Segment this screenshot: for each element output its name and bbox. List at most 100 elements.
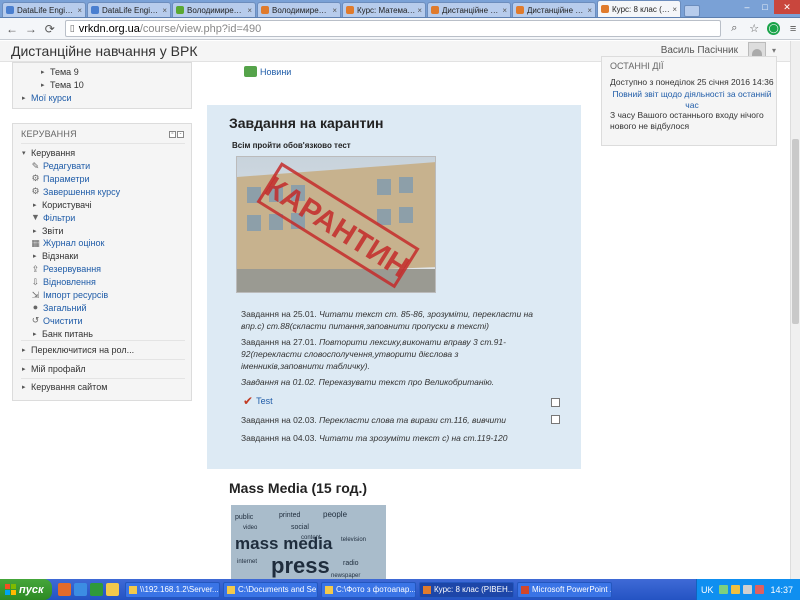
close-tab-icon[interactable]: × (162, 6, 167, 15)
admin-item-label[interactable]: Завершення курсу (43, 187, 120, 197)
browser-tab[interactable]: DataLife Engine - × (87, 2, 171, 17)
browser-tab[interactable]: Дистанційне нав × (427, 2, 511, 17)
admin-item-label[interactable]: Резервування (43, 264, 101, 274)
browser-tab[interactable]: DataLife Engine - × (2, 2, 86, 17)
close-tab-icon[interactable]: × (587, 6, 592, 15)
admin-item-label[interactable]: Відновлення (43, 277, 96, 287)
taskbar-button[interactable]: C:\Фото з фотоапар... (321, 581, 416, 598)
admin-item-label[interactable]: Загальний (43, 303, 87, 313)
new-tab-button[interactable] (684, 5, 700, 17)
scroll-thumb[interactable] (792, 139, 799, 324)
admin-item-label[interactable]: Редагувати (43, 161, 90, 171)
svg-text:television: television (341, 537, 366, 543)
divider (21, 378, 185, 379)
back-icon[interactable]: ← (4, 21, 20, 37)
site-title[interactable]: Дистанційне навчання у ВРК (11, 43, 198, 59)
completion-checkbox[interactable] (551, 415, 560, 424)
close-tab-icon[interactable]: × (332, 6, 337, 15)
extension-icon[interactable]: ◯ (767, 22, 781, 35)
admin-item[interactable]: ↺ Очистити (31, 316, 83, 326)
task-2501: Завдання на 25.01. Читати текст ст. 85-8… (241, 309, 533, 331)
taskbar-button[interactable]: Курс: 8 клас (РІВЕН... (419, 581, 514, 598)
start-label: пуск (19, 583, 44, 596)
language-indicator[interactable]: UK (701, 585, 714, 595)
admin-item[interactable]: ▸ Користувачі (31, 200, 92, 210)
admin-item[interactable]: ▸ Банк питань (31, 329, 93, 339)
admin-item[interactable]: ⇩ Відновлення (31, 277, 96, 287)
close-tab-icon[interactable]: × (247, 6, 252, 15)
admin-item-label[interactable]: Очистити (43, 316, 83, 326)
site-administration[interactable]: ▸ Керування сайтом (22, 382, 107, 392)
browser-tab[interactable]: Володимирецьк × (172, 2, 256, 17)
search-icon[interactable]: ⌕ (727, 22, 741, 36)
dock-icon[interactable]: ▫ (169, 131, 176, 138)
admin-item[interactable]: ⚙ Завершення курсу (31, 187, 120, 197)
app-icon (227, 585, 235, 594)
admin-root[interactable]: ▾ Керування (22, 148, 75, 158)
tab-title: DataLife Engine - (102, 5, 161, 15)
page-scrollbar[interactable] (790, 41, 800, 579)
ie-icon[interactable] (74, 583, 87, 596)
test-label[interactable]: Test (256, 396, 273, 406)
news-label[interactable]: Новини (260, 67, 291, 77)
block-actions: ▫ - (168, 131, 184, 138)
admin-item[interactable]: ▼ Фільтри (31, 213, 75, 223)
mass-media-word-cloud: public printed people video social mass … (231, 505, 386, 581)
reload-icon[interactable]: ⟳ (42, 21, 58, 37)
browser-tab[interactable]: Курс: Математи × (342, 2, 426, 17)
tab-title: Володимирецьк (272, 5, 331, 15)
admin-item[interactable]: ✎ Редагувати (31, 161, 90, 171)
start-button[interactable]: пуск (0, 579, 52, 600)
admin-item[interactable]: ⇲ Імпорт ресурсів (31, 290, 108, 300)
admin-item-label: Відзнаки (42, 251, 79, 262)
switch-role[interactable]: ▸ Переключитися на рол... (22, 345, 134, 355)
admin-item-label[interactable]: Параметри (43, 174, 90, 184)
forward-icon[interactable]: → (23, 21, 39, 37)
security-icon[interactable] (730, 585, 740, 594)
admin-item[interactable]: ⇪ Резервування (31, 264, 101, 274)
my-profile[interactable]: ▸ Мій профайл (22, 364, 86, 374)
admin-item-label[interactable]: Фільтри (43, 213, 75, 223)
nav-item-topic-10[interactable]: ▸ Тема 10 (41, 80, 84, 90)
folder-icon[interactable] (106, 583, 119, 596)
close-tab-icon[interactable]: × (502, 6, 507, 15)
close-tab-icon[interactable]: × (672, 5, 677, 14)
collapse-icon[interactable]: - (177, 131, 184, 138)
arrow-right-icon: ▸ (41, 69, 45, 76)
admin-item-label[interactable]: Імпорт ресурсів (43, 290, 108, 300)
menu-icon[interactable]: ≡ (786, 22, 800, 36)
full-report-link[interactable]: Повний звіт щодо діяльності за останній … (610, 89, 774, 111)
nav-item-my-courses[interactable]: ▸ Мої курси (22, 93, 72, 103)
admin-item[interactable]: ▦ Журнал оцінок (31, 238, 104, 248)
admin-item[interactable]: ▸ Відзнаки (31, 251, 78, 261)
chrome-icon[interactable] (58, 583, 71, 596)
desktop-icon[interactable] (90, 583, 103, 596)
close-icon[interactable]: ✕ (774, 0, 800, 14)
user-name[interactable]: Василь Пасічник (661, 45, 738, 56)
address-bar[interactable]: ▯ vrkdn.org.ua/course/view.php?id=490 (64, 20, 722, 37)
maximize-icon[interactable]: □ (756, 0, 774, 14)
news-forum-link[interactable]: Новини (244, 66, 291, 77)
browser-tab[interactable]: Дистанційне нав × (512, 2, 596, 17)
admin-item-label[interactable]: Журнал оцінок (43, 238, 104, 248)
volume-icon[interactable] (742, 585, 752, 594)
admin-item[interactable]: ● Загальний (31, 303, 87, 313)
chevron-down-icon[interactable]: ▾ (772, 46, 776, 55)
update-icon[interactable] (754, 585, 764, 594)
minimize-icon[interactable]: – (738, 0, 756, 14)
network-icon[interactable] (718, 585, 728, 594)
taskbar-button[interactable]: \\192.168.1.2\Server... (125, 581, 220, 598)
taskbar-button[interactable]: C:\Documents and Se... (223, 581, 318, 598)
close-tab-icon[interactable]: × (77, 6, 82, 15)
globe-icon: ● (32, 302, 39, 313)
admin-item[interactable]: ⚙ Параметри (31, 174, 90, 184)
nav-item-topic-9[interactable]: ▸ Тема 9 (41, 67, 79, 77)
browser-tab[interactable]: Володимирецьк × (257, 2, 341, 17)
close-tab-icon[interactable]: × (417, 6, 422, 15)
star-icon[interactable]: ☆ (747, 22, 761, 36)
taskbar-button[interactable]: Microsoft PowerPoint ... (517, 581, 612, 598)
test-activity-link[interactable]: ✔ Test (243, 394, 273, 408)
browser-tab[interactable]: Курс: 8 клас (РІВ × (597, 0, 681, 17)
admin-item[interactable]: ▸ Звіти (31, 226, 63, 236)
completion-checkbox[interactable] (551, 398, 560, 407)
